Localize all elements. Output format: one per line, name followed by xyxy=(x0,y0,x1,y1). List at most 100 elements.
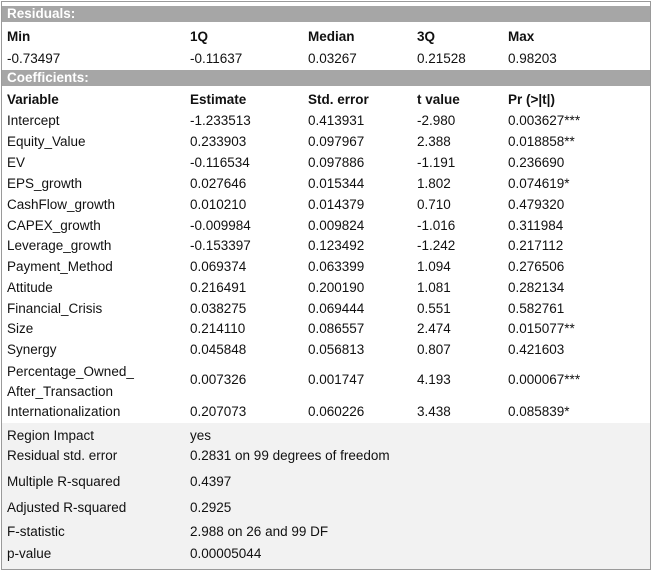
coef-variable: Equity_Value xyxy=(7,134,86,149)
summary-label: Residual std. error xyxy=(7,448,118,463)
coef-header-std-error: Std. error xyxy=(308,92,369,107)
residuals-max: 0.98203 xyxy=(508,51,557,66)
coef-estimate: 0.045848 xyxy=(190,342,247,357)
coef-header-p-value: Pr (>|t|) xyxy=(508,92,555,107)
coef-variable: EV xyxy=(7,155,26,170)
coef-std-error: 0.097886 xyxy=(308,155,365,170)
coef-variable: Leverage_growth xyxy=(7,238,112,253)
coef-p-value: 0.000067*** xyxy=(508,372,581,387)
coef-header-t-value: t value xyxy=(417,92,460,107)
table-row: Percentage_Owned_ After_Transaction 0.00… xyxy=(2,362,650,402)
residuals-header-1q: 1Q xyxy=(190,29,209,44)
coef-estimate: 0.038275 xyxy=(190,301,247,316)
coef-t-value: 1.081 xyxy=(417,280,451,295)
residuals-min: -0.73497 xyxy=(7,51,61,66)
residuals-header-min: Min xyxy=(7,29,31,44)
summary-label: Multiple R-squared xyxy=(7,474,121,489)
residuals-median: 0.03267 xyxy=(308,51,357,66)
summary-section: Region Impact yes Residual std. error 0.… xyxy=(2,423,650,569)
coef-std-error: 0.063399 xyxy=(308,259,365,274)
coef-t-value: -2.980 xyxy=(417,113,456,128)
coef-std-error: 0.200190 xyxy=(308,280,365,295)
coef-variable: Percentage_Owned_ After_Transaction xyxy=(7,364,134,399)
coef-t-value: 4.193 xyxy=(417,372,451,387)
coef-std-error: 0.060226 xyxy=(308,404,365,419)
coef-std-error: 0.413931 xyxy=(308,113,365,128)
summary-value: yes xyxy=(190,428,212,443)
coef-p-value: 0.282134 xyxy=(508,280,565,295)
coef-estimate: -0.116534 xyxy=(190,155,250,170)
coef-estimate: 0.010210 xyxy=(190,197,247,212)
coef-t-value: 3.438 xyxy=(417,404,451,419)
coef-std-error: 0.015344 xyxy=(308,176,365,191)
coef-estimate: 0.007326 xyxy=(190,372,247,387)
coef-estimate: 0.207073 xyxy=(190,404,247,419)
coef-p-value: 0.236690 xyxy=(508,155,565,170)
summary-label: F-statistic xyxy=(7,524,65,539)
coef-t-value: -1.242 xyxy=(417,238,456,253)
coef-estimate: -0.153397 xyxy=(190,238,251,253)
summary-value: 0.4397 xyxy=(190,474,232,489)
coef-p-value: 0.311984 xyxy=(508,218,564,233)
coef-p-value: 0.085839* xyxy=(508,404,570,419)
regression-output-table: Residuals: Min 1Q Median 3Q Max -0.73497… xyxy=(1,1,651,570)
summary-label: Adjusted R-squared xyxy=(7,500,127,515)
coef-variable: EPS_growth xyxy=(7,176,83,191)
coef-p-value: 0.015077** xyxy=(508,321,575,336)
coef-std-error: 0.001747 xyxy=(308,372,365,387)
coef-std-error: 0.123492 xyxy=(308,238,365,253)
coef-std-error: 0.086557 xyxy=(308,321,365,336)
coef-estimate: 0.214110 xyxy=(190,321,246,336)
coef-p-value: 0.479320 xyxy=(508,197,565,212)
coef-std-error: 0.056813 xyxy=(308,342,365,357)
coef-p-value: 0.003627*** xyxy=(508,113,581,128)
coef-p-value: 0.276506 xyxy=(508,259,565,274)
residuals-header-max: Max xyxy=(508,29,535,44)
coef-p-value: 0.582761 xyxy=(508,301,565,316)
residuals-3q: 0.21528 xyxy=(417,51,466,66)
coefficients-section-title: Coefficients: xyxy=(2,70,650,86)
coef-variable: Financial_Crisis xyxy=(7,301,103,316)
coef-variable: Payment_Method xyxy=(7,259,113,274)
coef-header-variable: Variable xyxy=(7,92,59,107)
coef-std-error: 0.069444 xyxy=(308,301,365,316)
coef-p-value: 0.018858** xyxy=(508,134,575,149)
summary-value: 0.00005044 xyxy=(190,546,262,561)
coef-variable: Internationalization xyxy=(7,404,121,419)
coef-p-value: 0.074619* xyxy=(508,176,570,191)
coef-header-estimate: Estimate xyxy=(190,92,247,107)
residuals-header-median: Median xyxy=(308,29,355,44)
residuals-section-title: Residuals: xyxy=(2,6,650,22)
coef-t-value: -1.191 xyxy=(417,155,456,170)
residuals-1q: -0.11637 xyxy=(190,51,243,66)
coef-std-error: 0.009824 xyxy=(308,218,365,233)
summary-label: p-value xyxy=(7,546,52,561)
coef-variable: Size xyxy=(7,321,34,336)
coef-variable: CashFlow_growth xyxy=(7,197,116,212)
coef-std-error: 0.014379 xyxy=(308,197,365,212)
coef-p-value: 0.217112 xyxy=(508,238,564,253)
coef-std-error: 0.097967 xyxy=(308,134,365,149)
coef-variable: Intercept xyxy=(7,113,60,128)
coef-variable: CAPEX_growth xyxy=(7,218,101,233)
coef-estimate: 0.233903 xyxy=(190,134,247,149)
coef-estimate: -0.009984 xyxy=(190,218,251,233)
coef-t-value: -1.016 xyxy=(417,218,456,233)
coef-t-value: 2.388 xyxy=(417,134,451,149)
coef-estimate: 0.069374 xyxy=(190,259,247,274)
coef-t-value: 0.807 xyxy=(417,342,451,357)
summary-value: 0.2831 on 99 degrees of freedom xyxy=(190,448,390,463)
coef-t-value: 1.802 xyxy=(417,176,451,191)
coef-estimate: 0.027646 xyxy=(190,176,247,191)
residuals-header-3q: 3Q xyxy=(417,29,436,44)
coef-estimate: -1.233513 xyxy=(190,113,251,128)
coef-t-value: 0.551 xyxy=(417,301,451,316)
summary-value: 2.988 on 26 and 99 DF xyxy=(190,524,329,539)
coef-p-value: 0.421603 xyxy=(508,342,565,357)
summary-value: 0.2925 xyxy=(190,500,232,515)
coef-t-value: 1.094 xyxy=(417,259,451,274)
coef-t-value: 2.474 xyxy=(417,321,451,336)
coef-estimate: 0.216491 xyxy=(190,280,247,295)
summary-label: Region Impact xyxy=(7,428,95,443)
coef-variable: Synergy xyxy=(7,342,57,357)
